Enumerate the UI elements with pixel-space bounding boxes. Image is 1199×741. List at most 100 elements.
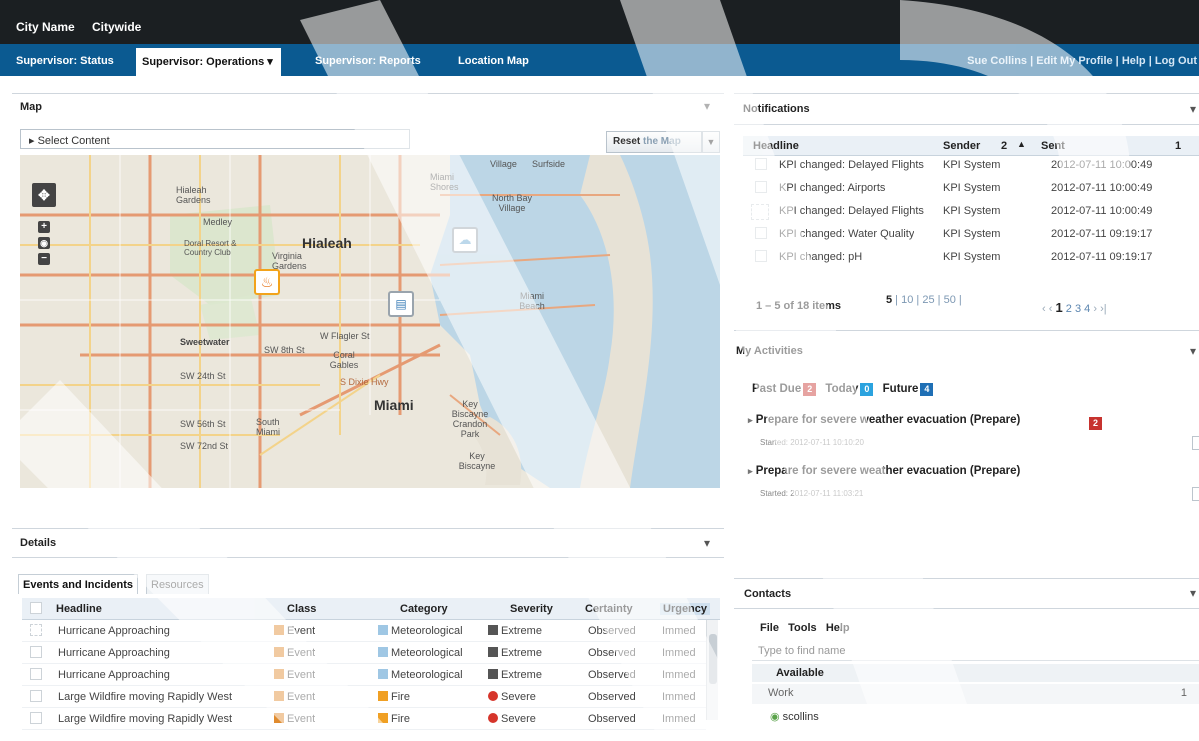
activities-collapse-icon[interactable]: ▾ [1190, 344, 1196, 358]
table-row[interactable]: Hurricane Approaching Event Meteorologic… [22, 620, 706, 642]
details-collapse-icon[interactable]: ▾ [704, 536, 710, 550]
page-size-option[interactable]: 50 [944, 294, 956, 306]
reset-map-button[interactable]: Reset the Map [606, 131, 702, 153]
city-map[interactable]: Hialeah Miami Hialeah Gardens Medley Dor… [20, 155, 720, 488]
row-checkbox[interactable] [755, 227, 767, 239]
select-content-dropdown[interactable]: ▸ Select Content [20, 129, 410, 149]
prev-page-icon[interactable]: ‹ [1049, 303, 1053, 315]
contact-search-input[interactable]: Type to find name [752, 643, 1199, 661]
fire-marker-icon[interactable]: ♨ [254, 269, 280, 295]
first-page-icon[interactable]: ‹ [1042, 303, 1046, 315]
sort-ascending-icon[interactable]: ▲ [1017, 139, 1026, 149]
menu-tools[interactable]: Tools [788, 622, 817, 634]
table-row[interactable]: Large Wildfire moving Rapidly West Event… [22, 708, 706, 730]
tab-location-map[interactable]: Location Map [458, 55, 529, 67]
col-certainty[interactable]: Certainty [585, 603, 633, 615]
table-row[interactable]: Hurricane Approaching Event Meteorologic… [22, 664, 706, 686]
notification-row[interactable]: KPI changed: Airports KPI System 2012-07… [743, 177, 1199, 199]
row-checkbox[interactable] [30, 624, 42, 636]
contacts-collapse-icon[interactable]: ▾ [1190, 586, 1196, 600]
reset-map-dropdown[interactable]: ▼ [702, 131, 720, 153]
contact-name: scollins [782, 711, 819, 723]
notification-row[interactable]: KPI changed: Water Quality KPI System 20… [743, 223, 1199, 245]
row-checkbox[interactable] [751, 204, 769, 220]
table-row[interactable]: Large Wildfire moving Rapidly West Event… [22, 686, 706, 708]
page-link[interactable]: 3 [1075, 303, 1081, 315]
row-checkbox[interactable] [30, 712, 42, 724]
col-headline[interactable]: Headline [56, 603, 102, 615]
page-link[interactable]: 2 [1066, 303, 1072, 315]
select-all-checkbox[interactable] [30, 602, 42, 614]
col-headline[interactable]: Headline [753, 140, 799, 152]
col-severity[interactable]: Severity [510, 603, 553, 615]
cell-sent: 2012-07-11 10:00:49 [1051, 182, 1153, 194]
events-scrollbar[interactable] [706, 620, 718, 720]
notification-row[interactable]: KPI changed: Delayed Flights KPI System … [743, 200, 1199, 222]
map-collapse-icon[interactable]: ▾ [704, 99, 710, 113]
weather-marker-icon[interactable]: ☁ [452, 227, 478, 253]
notification-row[interactable]: KPI changed: pH KPI System 2012-07-11 09… [743, 246, 1199, 268]
cell-urgency: Immed [662, 691, 696, 703]
tab-events-incidents[interactable]: Events and Incidents [18, 574, 139, 594]
today-count: 0 [860, 383, 874, 396]
tab-supervisor-reports[interactable]: Supervisor: Reports [315, 55, 421, 67]
extreme-severity-icon [488, 669, 498, 679]
filter-past-due[interactable]: Past Due [752, 383, 801, 395]
map-label-north-bay: North Bay Village [491, 193, 533, 213]
zoom-in-icon[interactable]: + [38, 221, 50, 233]
col-class[interactable]: Class [287, 603, 316, 615]
group-name: Work [768, 687, 794, 699]
last-page-icon[interactable]: ›| [1100, 303, 1107, 315]
zoom-reset-icon[interactable]: ◉ [38, 237, 50, 249]
cell-severity: Severe [501, 691, 536, 703]
menu-help[interactable]: Help [826, 622, 850, 634]
reset-label-rest: the Map [640, 136, 681, 147]
table-row[interactable]: Hurricane Approaching Event Meteorologic… [22, 642, 706, 664]
notification-row[interactable]: KPI changed: Delayed Flights KPI System … [743, 154, 1199, 176]
menu-file[interactable]: File [760, 622, 779, 634]
filter-future[interactable]: Future [883, 383, 919, 395]
tab-supervisor-operations[interactable]: Supervisor: Operations ▾ [136, 48, 281, 76]
row-checkbox[interactable] [30, 668, 42, 680]
page-size-option[interactable]: 5 [886, 294, 892, 306]
scrollbar-thumb[interactable] [709, 634, 717, 684]
cell-headline: KPI changed: Water Quality [779, 228, 915, 240]
map-label-miami-shores: Miami Shores [430, 172, 459, 192]
activity-action-icon[interactable] [1192, 487, 1199, 501]
col-sender[interactable]: Sender [943, 140, 980, 152]
col-sent[interactable]: Sent [1041, 140, 1065, 152]
row-checkbox[interactable] [755, 158, 767, 170]
group-available[interactable]: Available [752, 664, 1199, 682]
user-links[interactable]: Sue Collins | Edit My Profile | Help | L… [967, 55, 1197, 67]
tab-supervisor-status[interactable]: Supervisor: Status [16, 55, 114, 67]
page-link[interactable]: 4 [1084, 303, 1090, 315]
col-urgency[interactable]: Urgency [660, 603, 711, 615]
page-size-option[interactable]: 25 [922, 294, 934, 306]
cell-sender: KPI System [943, 251, 1001, 263]
expand-icon[interactable]: ▸ [748, 466, 753, 476]
zoom-out-icon[interactable]: − [38, 253, 50, 265]
map-label-miami-beach: Miami Beach [519, 291, 545, 311]
tab-resources[interactable]: Resources [146, 574, 209, 594]
filter-today[interactable]: Today [825, 383, 858, 395]
notifications-collapse-icon[interactable]: ▾ [1190, 102, 1196, 116]
cell-class: Event [287, 647, 316, 659]
page-size-option[interactable]: 10 [901, 294, 913, 306]
row-checkbox[interactable] [755, 181, 767, 193]
row-checkbox[interactable] [755, 250, 767, 262]
scope-label[interactable]: Citywide [92, 20, 141, 34]
group-work[interactable]: Work 1 [752, 684, 1199, 704]
row-checkbox[interactable] [30, 646, 42, 658]
pan-control-icon[interactable]: ✥ [32, 183, 56, 207]
next-page-icon[interactable]: › [1093, 303, 1097, 315]
kpi-marker-icon[interactable]: ▤ [388, 291, 414, 317]
page-link[interactable]: 1 [1055, 300, 1062, 315]
expand-icon[interactable]: ▸ [748, 415, 753, 425]
divider [734, 330, 1199, 331]
activity-item-2[interactable]: ▸ Prepare for severe weather evacuation … [748, 465, 1020, 477]
activity-action-icon[interactable] [1192, 436, 1199, 450]
row-checkbox[interactable] [30, 690, 42, 702]
col-category[interactable]: Category [400, 603, 448, 615]
contact-item[interactable]: ◉ scollins [770, 710, 819, 723]
activity-item-1[interactable]: ▸ Prepare for severe weather evacuation … [748, 414, 1020, 426]
